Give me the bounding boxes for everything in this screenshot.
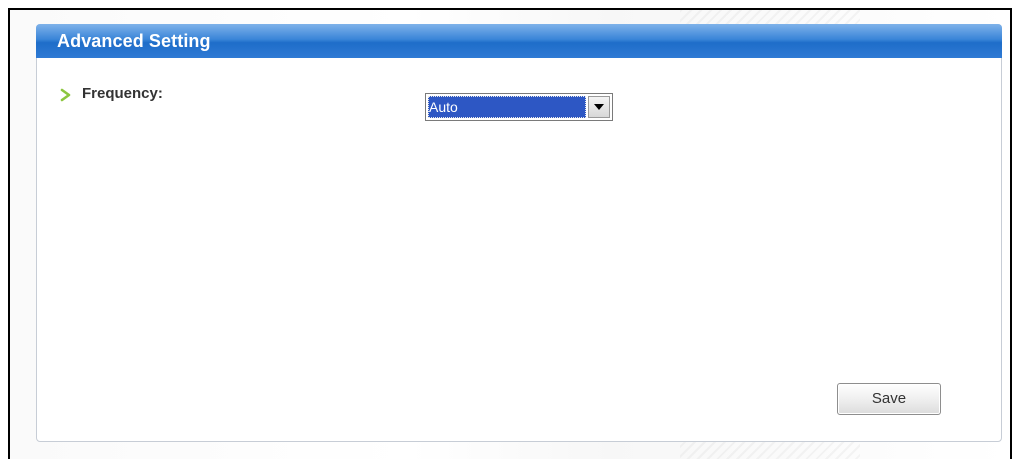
dropdown-button[interactable] [588,96,610,118]
frequency-selected-value[interactable]: Auto [428,96,586,118]
chevron-right-icon [59,88,73,102]
frequency-select[interactable]: Auto [425,93,613,121]
advanced-setting-panel: Advanced Setting Frequency: Auto Save [36,24,1002,442]
chevron-down-icon [594,104,604,110]
panel-title: Advanced Setting [57,31,211,51]
frequency-label: Frequency: [82,85,163,102]
panel-header: Advanced Setting [36,24,1002,58]
page-frame: Advanced Setting Frequency: Auto Save [8,8,1012,459]
save-button[interactable]: Save [837,383,941,415]
